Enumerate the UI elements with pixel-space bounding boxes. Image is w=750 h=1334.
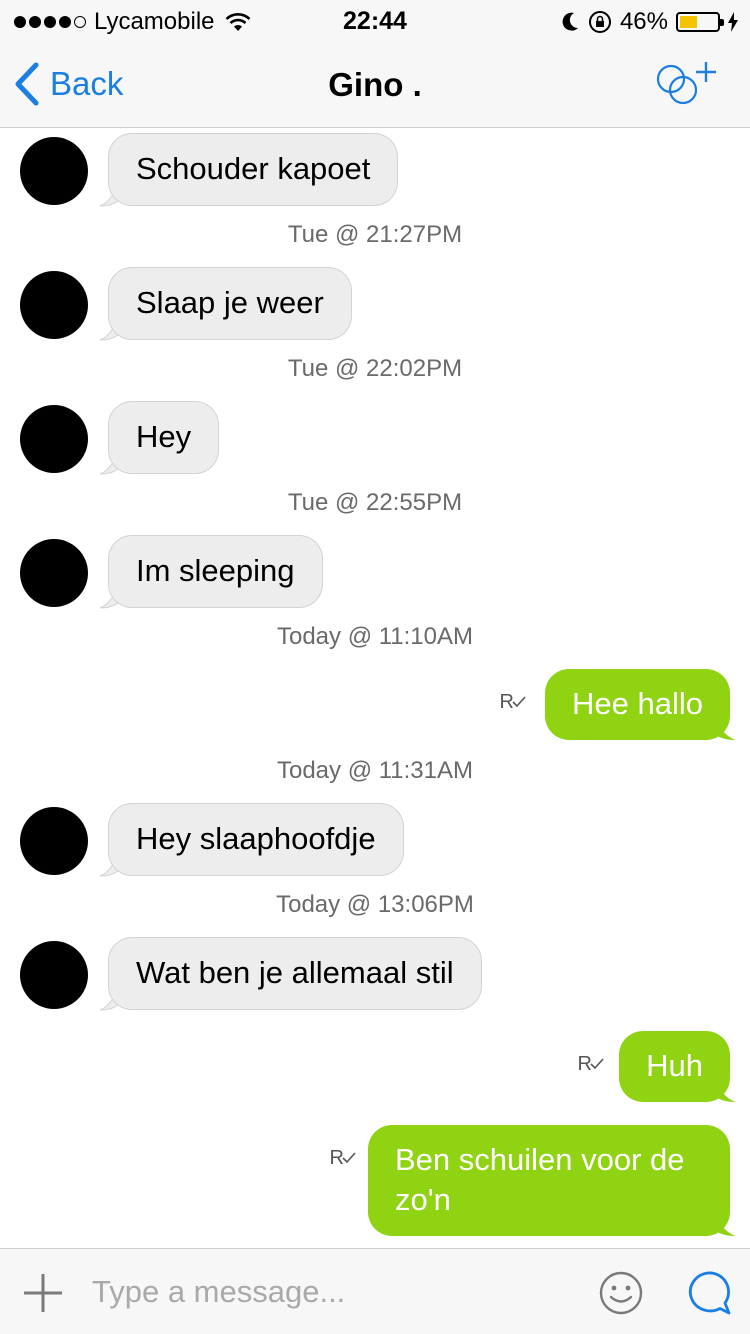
timestamp: Tue @ 22:02PM [287, 355, 463, 382]
read-receipt-icon: R [578, 1053, 604, 1076]
rotation-lock-icon [588, 11, 611, 33]
send-button[interactable] [684, 1269, 732, 1322]
message-composer [0, 1248, 750, 1334]
message-row-incoming: Hey slaaphoofdje [0, 803, 750, 877]
moon-icon [562, 12, 578, 31]
navigation-bar: Back Gino . [0, 40, 750, 128]
smiley-icon [599, 1271, 643, 1315]
incoming-message[interactable]: Im sleeping [108, 535, 323, 608]
emoji-button[interactable] [598, 1270, 644, 1321]
message-row-incoming: Schouder kapoet [0, 133, 750, 207]
outgoing-message[interactable]: Hee hallo [545, 669, 730, 740]
avatar[interactable] [20, 807, 88, 875]
timestamp: Today @ 11:31AM [276, 757, 474, 784]
message-row-incoming: Slaap je weer [0, 267, 750, 341]
message-row-incoming: Wat ben je allemaal stil [0, 937, 750, 1011]
charging-icon [728, 12, 738, 32]
incoming-message[interactable]: Schouder kapoet [108, 133, 399, 206]
outgoing-message[interactable]: Ben schuilen voor de zo'n [368, 1125, 730, 1236]
timestamp: Tue @ 21:27PM [287, 221, 463, 248]
add-group-icon [656, 62, 716, 105]
read-receipt-icon: R [500, 691, 526, 714]
message-input[interactable] [92, 1269, 572, 1315]
attach-button[interactable] [22, 1272, 64, 1319]
avatar[interactable] [20, 137, 88, 205]
read-receipt-icon: R [330, 1147, 356, 1170]
avatar[interactable] [20, 405, 88, 473]
plus-icon [24, 1274, 62, 1312]
message-row-outgoing: R Huh [0, 1031, 750, 1103]
status-bar: Lycamobile 22:44 46% [0, 0, 750, 40]
battery-percent: 46% [619, 8, 668, 35]
avatar[interactable] [20, 539, 88, 607]
add-participant-button[interactable] [654, 58, 722, 113]
avatar[interactable] [20, 271, 88, 339]
message-row-incoming: Hey [0, 401, 750, 475]
timestamp: Today @ 11:10AM [276, 623, 474, 650]
message-row-outgoing: R Hee hallo [0, 669, 750, 741]
message-row-incoming: Im sleeping [0, 535, 750, 609]
message-list[interactable]: Schouder kapoet Tue @ 21:27PM Slaap je w… [0, 129, 750, 1247]
status-right: 46% [560, 8, 738, 36]
conversation-title: Gino . [328, 66, 422, 103]
chat-bubble-icon [688, 1271, 731, 1315]
incoming-message[interactable]: Hey [108, 401, 220, 474]
outgoing-message[interactable]: Huh [619, 1031, 730, 1102]
incoming-message[interactable]: Wat ben je allemaal stil [108, 937, 482, 1010]
incoming-message[interactable]: Hey slaaphoofdje [108, 803, 404, 876]
incoming-message[interactable]: Slaap je weer [108, 267, 352, 340]
timestamp: Today @ 13:06PM [276, 891, 474, 918]
timestamp: Tue @ 22:55PM [287, 489, 463, 516]
battery-icon [676, 12, 724, 32]
avatar[interactable] [20, 941, 88, 1009]
message-row-outgoing: R Ben schuilen voor de zo'n [0, 1125, 750, 1241]
